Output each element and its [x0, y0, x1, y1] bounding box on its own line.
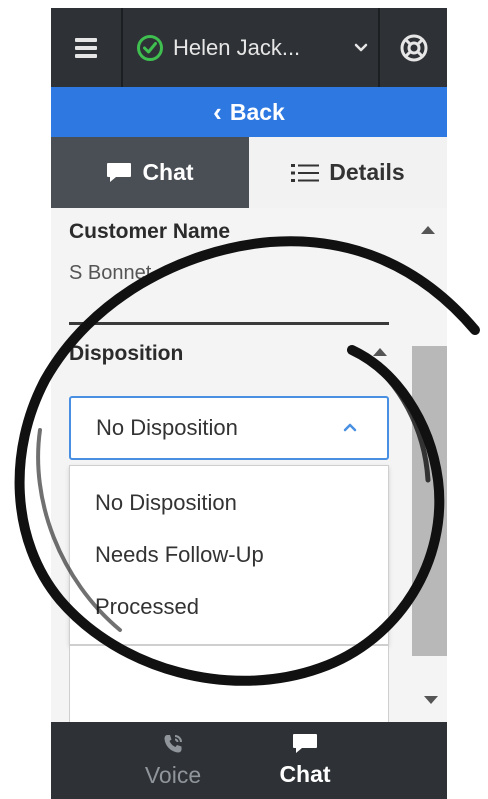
menu-button[interactable] — [51, 8, 123, 87]
details-content: Customer Name S Bonnet Disposition No Di… — [51, 208, 447, 735]
top-bar: Helen Jack... — [51, 8, 447, 87]
back-label: Back — [229, 98, 285, 125]
collapse-customer-icon[interactable] — [421, 226, 435, 234]
disposition-option[interactable]: Needs Follow-Up — [95, 542, 264, 568]
check-circle-icon — [137, 34, 163, 61]
disposition-option[interactable]: No Disposition — [95, 490, 237, 516]
disposition-select[interactable]: No Disposition — [69, 396, 389, 460]
tab-details-label: Details — [329, 159, 405, 185]
chevron-up-icon — [343, 423, 357, 432]
list-icon — [291, 163, 320, 183]
chat-bubble-icon — [292, 733, 318, 755]
support-button[interactable] — [380, 8, 447, 87]
back-button[interactable]: ‹ Back — [51, 87, 447, 137]
nav-chat-label: Chat — [279, 761, 331, 787]
customer-name-title: Customer Name — [69, 220, 231, 243]
phone-icon — [161, 732, 185, 756]
tab-chat-label: Chat — [142, 159, 194, 185]
nav-chat[interactable]: Chat — [245, 722, 365, 799]
section-divider — [69, 322, 389, 325]
chat-bubble-icon — [106, 162, 132, 184]
customer-name-value: S Bonnet — [69, 262, 152, 284]
scroll-down-icon[interactable] — [424, 696, 438, 704]
user-name: Helen Jack... — [173, 34, 301, 60]
chevron-left-icon: ‹ — [213, 96, 222, 127]
collapse-disposition-icon[interactable] — [373, 348, 387, 356]
hamburger-icon — [75, 37, 97, 58]
tab-bar: Chat Details — [51, 137, 447, 208]
chevron-down-icon — [354, 43, 368, 51]
disposition-dropdown: No Disposition Needs Follow-Up Processed — [69, 465, 389, 645]
agent-panel: Helen Jack... ‹ Back Chat Details Custom… — [51, 8, 447, 799]
disposition-title: Disposition — [69, 342, 184, 365]
nav-voice-label: Voice — [144, 762, 202, 788]
support-icon — [400, 34, 427, 61]
disposition-option[interactable]: Processed — [95, 594, 199, 620]
tab-chat[interactable]: Chat — [51, 137, 249, 208]
nav-voice[interactable]: Voice — [113, 722, 233, 799]
tab-details[interactable]: Details — [249, 137, 447, 208]
user-status-dropdown[interactable]: Helen Jack... — [123, 8, 380, 87]
bottom-nav: Voice Chat — [51, 722, 447, 799]
scrollbar[interactable] — [412, 346, 447, 656]
disposition-selected-value: No Disposition — [96, 415, 238, 440]
